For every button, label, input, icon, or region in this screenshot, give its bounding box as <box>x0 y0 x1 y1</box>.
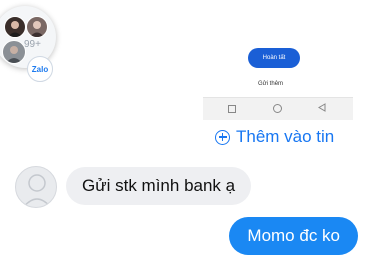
chat-head-avatar <box>26 16 48 38</box>
outgoing-message-bubble[interactable]: Momo đc ko <box>229 217 358 255</box>
back-icon[interactable] <box>318 103 326 112</box>
message-text: Gửi stk mình bank ạ <box>82 176 236 195</box>
zalo-logo-text: Zalo <box>31 64 49 74</box>
chat-head-avatar <box>2 40 26 64</box>
done-button[interactable]: Hoàn tất <box>248 48 300 68</box>
android-nav-bar <box>203 97 353 120</box>
zalo-chat-head[interactable]: 99+ Zalo <box>0 6 56 82</box>
send-more-link[interactable]: Gửi thêm <box>258 81 283 87</box>
zalo-app-icon: Zalo <box>27 56 53 82</box>
story-preview: Hoàn tất Gửi thêm <box>203 30 353 120</box>
message-text: Momo đc ko <box>247 226 340 245</box>
incoming-message-bubble[interactable]: Gửi stk mình bank ạ <box>66 167 252 205</box>
avatar[interactable] <box>15 166 57 208</box>
add-to-story-label: Thêm vào tin <box>236 127 335 146</box>
home-icon[interactable] <box>273 104 282 113</box>
recent-apps-icon[interactable] <box>228 105 236 113</box>
add-to-story-link[interactable]: Thêm vào tin <box>215 127 334 147</box>
plus-circle-icon <box>215 129 230 145</box>
default-avatar-icon <box>22 174 52 207</box>
unread-count: 99+ <box>24 39 41 50</box>
chat-head-avatar <box>4 16 26 38</box>
